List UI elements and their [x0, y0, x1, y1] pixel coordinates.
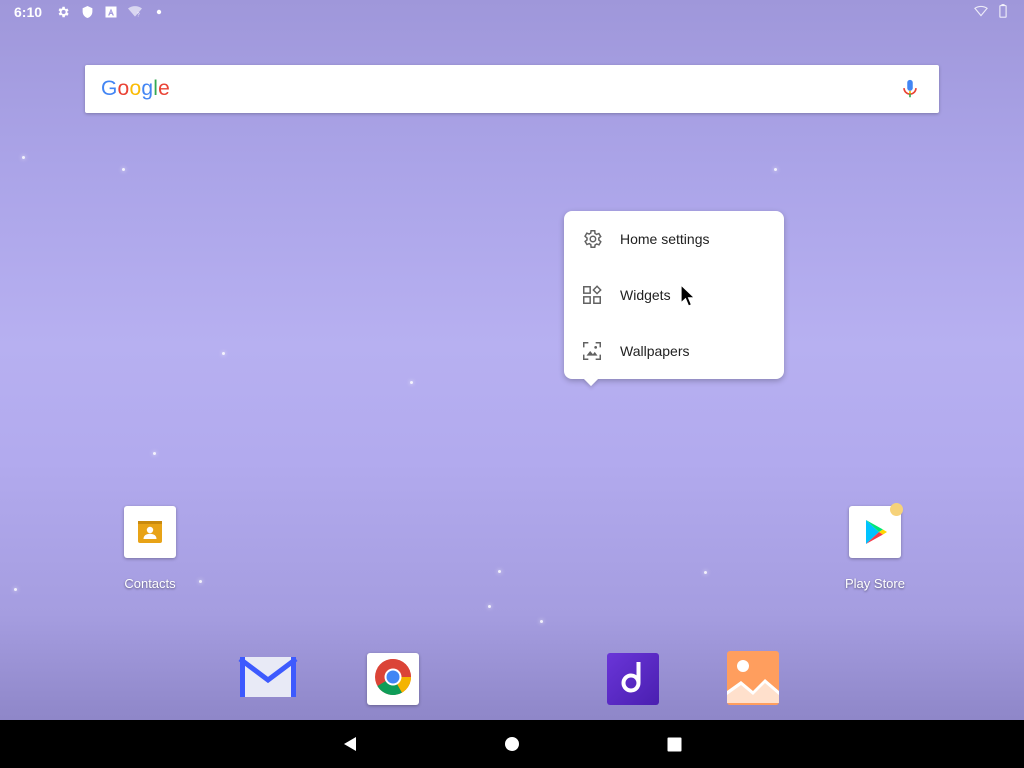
app-label: Contacts	[124, 576, 176, 591]
recents-icon[interactable]	[662, 732, 686, 756]
menu-item-home-settings[interactable]: Home settings	[564, 211, 784, 267]
dock-chrome[interactable]	[367, 653, 419, 705]
gallery-icon	[727, 650, 779, 708]
google-logo-letter: g	[141, 77, 154, 100]
wifi-question-icon: ?	[128, 5, 143, 19]
shield-icon	[80, 5, 94, 19]
home-context-menu: Home settings Widgets Wallpapers	[564, 211, 784, 387]
google-logo-letter: o	[117, 77, 130, 100]
google-search-bar[interactable]: Google	[85, 65, 939, 113]
dock-gallery[interactable]	[727, 650, 779, 708]
dock-email[interactable]	[238, 653, 298, 705]
back-icon[interactable]	[338, 732, 362, 756]
google-logo-letter: G	[101, 77, 118, 100]
google-logo-letter: o	[129, 77, 142, 100]
menu-item-widgets[interactable]: Widgets	[564, 267, 784, 323]
app-label: Play Store	[845, 576, 905, 591]
app-play-store[interactable]: Play Store	[825, 503, 925, 591]
settings-icon	[56, 5, 70, 19]
chrome-icon	[373, 657, 413, 702]
svg-text:?: ?	[137, 13, 140, 19]
navigation-bar	[0, 720, 1024, 768]
status-time: 6:10	[14, 4, 43, 20]
menu-item-label: Home settings	[620, 231, 710, 247]
email-icon	[238, 654, 298, 705]
widgets-icon	[581, 284, 603, 306]
contacts-icon	[124, 506, 176, 558]
google-logo-letter: e	[158, 77, 170, 100]
dock-music[interactable]	[607, 653, 659, 705]
play-store-icon	[849, 503, 903, 558]
menu-item-wallpapers[interactable]: Wallpapers	[564, 323, 784, 379]
mic-icon[interactable]	[899, 78, 921, 100]
wifi-icon	[974, 4, 988, 18]
notification-dot	[890, 503, 903, 516]
google-logo: Google	[101, 77, 170, 101]
home-icon[interactable]	[500, 732, 524, 756]
battery-icon	[996, 4, 1010, 18]
dot-icon	[152, 5, 166, 19]
status-bar: 6:10 ?	[0, 0, 1024, 24]
mouse-cursor-icon	[680, 283, 697, 308]
a-icon	[104, 5, 118, 19]
menu-item-label: Wallpapers	[620, 343, 690, 359]
wallpaper-icon	[581, 340, 603, 362]
music-icon	[617, 659, 649, 700]
menu-item-label: Widgets	[620, 287, 671, 303]
gear-icon	[581, 228, 603, 250]
app-contacts[interactable]: Contacts	[100, 506, 200, 591]
